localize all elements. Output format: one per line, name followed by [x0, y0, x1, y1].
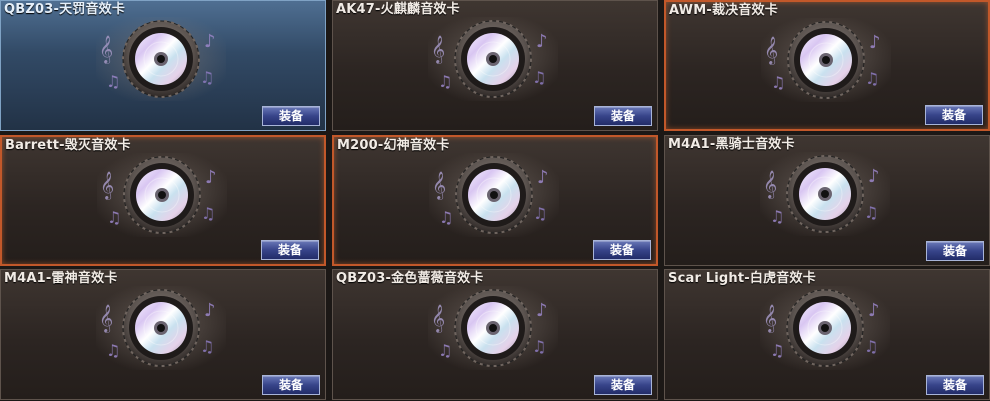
sound-card[interactable]: M4A1-黑骑士音效卡 𝄞 ♫ ♪ ♫ 装备 [664, 135, 990, 266]
sound-card[interactable]: M4A1-雷神音效卡 𝄞 ♫ ♪ ♫ 装备 [0, 269, 326, 400]
svg-text:♫: ♫ [770, 207, 784, 226]
music-cd-speaker-icon: 𝄞 ♫ ♪ ♫ [97, 153, 227, 237]
svg-text:♪: ♪ [869, 32, 881, 53]
svg-text:♫: ♫ [106, 72, 120, 91]
equip-button[interactable]: 装备 [262, 106, 320, 126]
svg-text:♪: ♪ [204, 300, 216, 321]
sound-card[interactable]: QBZ03-金色蔷薇音效卡 𝄞 ♫ ♪ ♫ 装备 [332, 269, 658, 400]
music-cd-speaker-icon: 𝄞 ♫ ♪ ♫ [429, 153, 559, 237]
svg-text:♪: ♪ [204, 31, 216, 52]
svg-text:♪: ♪ [536, 31, 548, 52]
svg-text:♪: ♪ [868, 300, 880, 321]
svg-text:𝄞: 𝄞 [763, 170, 777, 199]
equip-button[interactable]: 装备 [593, 240, 651, 260]
music-cd-speaker-icon: 𝄞 ♫ ♪ ♫ [760, 286, 890, 370]
svg-text:𝄞: 𝄞 [99, 304, 113, 333]
svg-text:♫: ♫ [439, 208, 453, 227]
sound-card[interactable]: AWM-裁决音效卡 𝄞 ♫ ♪ ♫ 装备 [664, 0, 990, 131]
svg-text:♫: ♫ [438, 341, 452, 360]
music-cd-speaker-icon: 𝄞 ♫ ♪ ♫ [428, 286, 558, 370]
sound-card[interactable]: Barrett-毁灭音效卡 𝄞 ♫ ♪ ♫ 装备 [0, 135, 326, 266]
card-title: M4A1-黑骑士音效卡 [668, 137, 795, 152]
svg-text:♫: ♫ [532, 68, 546, 87]
svg-text:♫: ♫ [865, 69, 879, 88]
svg-text:♪: ♪ [537, 167, 549, 188]
card-title: QBZ03-金色蔷薇音效卡 [336, 271, 484, 286]
svg-text:𝄞: 𝄞 [764, 36, 778, 65]
sound-card-grid: QBZ03-天罚音效卡 𝄞 ♫ ♪ ♫ 装备 AK47-火麒麟音效卡 𝄞 ♫ ♪… [0, 0, 990, 401]
equip-button[interactable]: 装备 [261, 240, 319, 260]
svg-text:𝄞: 𝄞 [763, 304, 777, 333]
equip-button[interactable]: 装备 [925, 105, 983, 125]
svg-text:♫: ♫ [107, 208, 121, 227]
svg-text:♫: ♫ [200, 68, 214, 87]
sound-card[interactable]: Scar Light-白虎音效卡 𝄞 ♫ ♪ ♫ 装备 [664, 269, 990, 400]
music-cd-speaker-icon: 𝄞 ♫ ♪ ♫ [96, 286, 226, 370]
svg-text:♫: ♫ [864, 203, 878, 222]
card-title: AWM-裁决音效卡 [669, 3, 778, 18]
svg-text:𝄞: 𝄞 [431, 304, 445, 333]
sound-card[interactable]: M200-幻神音效卡 𝄞 ♫ ♪ ♫ 装备 [332, 135, 658, 266]
svg-text:♫: ♫ [532, 337, 546, 356]
svg-text:♫: ♫ [864, 337, 878, 356]
svg-text:♪: ♪ [868, 166, 880, 187]
svg-text:𝄞: 𝄞 [432, 171, 446, 200]
svg-text:𝄞: 𝄞 [100, 171, 114, 200]
svg-text:♫: ♫ [533, 204, 547, 223]
svg-text:♫: ♫ [771, 73, 785, 92]
equip-button[interactable]: 装备 [926, 375, 984, 395]
svg-text:𝄞: 𝄞 [99, 35, 113, 64]
card-title: M200-幻神音效卡 [337, 138, 450, 153]
svg-text:♫: ♫ [770, 341, 784, 360]
svg-text:♫: ♫ [200, 337, 214, 356]
card-title: AK47-火麒麟音效卡 [336, 2, 460, 17]
svg-text:♫: ♫ [438, 72, 452, 91]
music-cd-speaker-icon: 𝄞 ♫ ♪ ♫ [760, 152, 890, 236]
card-title: QBZ03-天罚音效卡 [4, 2, 126, 17]
sound-card[interactable]: AK47-火麒麟音效卡 𝄞 ♫ ♪ ♫ 装备 [332, 0, 658, 131]
svg-text:♫: ♫ [106, 341, 120, 360]
card-title: Scar Light-白虎音效卡 [668, 271, 816, 286]
equip-button[interactable]: 装备 [926, 241, 984, 261]
svg-text:♪: ♪ [205, 167, 217, 188]
music-cd-speaker-icon: 𝄞 ♫ ♪ ♫ [761, 18, 891, 102]
equip-button[interactable]: 装备 [594, 375, 652, 395]
sound-card[interactable]: QBZ03-天罚音效卡 𝄞 ♫ ♪ ♫ 装备 [0, 0, 326, 131]
svg-text:♪: ♪ [536, 300, 548, 321]
equip-button[interactable]: 装备 [262, 375, 320, 395]
equip-button[interactable]: 装备 [594, 106, 652, 126]
svg-text:♫: ♫ [201, 204, 215, 223]
music-cd-speaker-icon: 𝄞 ♫ ♪ ♫ [428, 17, 558, 101]
music-cd-speaker-icon: 𝄞 ♫ ♪ ♫ [96, 17, 226, 101]
card-title: Barrett-毁灭音效卡 [5, 138, 131, 153]
svg-text:𝄞: 𝄞 [431, 35, 445, 64]
card-title: M4A1-雷神音效卡 [4, 271, 118, 286]
